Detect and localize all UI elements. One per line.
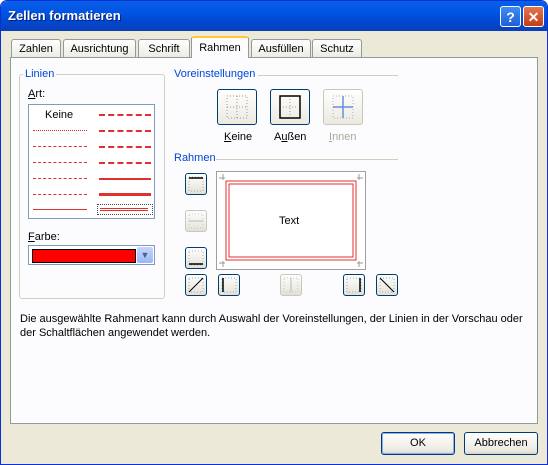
border-none-icon	[226, 95, 248, 119]
line-style-thick[interactable]	[99, 193, 151, 196]
preset-none-button[interactable]	[217, 89, 257, 125]
line-style-list[interactable]: Keine	[28, 104, 155, 219]
border-diagonal-up-button[interactable]	[185, 274, 207, 296]
tab-schutz[interactable]: Schutz	[312, 39, 362, 57]
border-inside-icon	[332, 95, 354, 119]
border-diagonal-down-button[interactable]	[376, 274, 398, 296]
cancel-button[interactable]: Abbrechen	[464, 432, 538, 455]
close-button[interactable]: ✕	[523, 6, 544, 27]
chevron-down-icon[interactable]: ▼	[137, 247, 153, 263]
border-left-button[interactable]	[218, 274, 240, 296]
ok-button[interactable]: OK	[381, 432, 455, 455]
line-style-dash-dot[interactable]	[33, 178, 87, 179]
description-text: Die ausgewählte Rahmenart kann durch Aus…	[20, 313, 523, 339]
line-style-dash-dot-dot[interactable]	[33, 162, 87, 163]
rahmen-group-label: Rahmen	[172, 152, 218, 164]
border-inside-vertical-icon	[283, 277, 299, 293]
tab-rahmen[interactable]: Rahmen	[191, 36, 249, 58]
line-style-slanted-dash-dot[interactable]	[99, 130, 151, 132]
border-right-icon	[346, 277, 362, 293]
tab-zahlen[interactable]: Zahlen	[11, 39, 61, 57]
line-style-dashed[interactable]	[33, 194, 87, 195]
preset-inside-button	[323, 89, 363, 125]
diagonal-down-icon	[379, 277, 395, 293]
line-style-medium[interactable]	[99, 178, 151, 180]
art-label: Art:	[28, 88, 46, 100]
line-style-thin[interactable]	[33, 209, 87, 210]
border-left-icon	[221, 277, 237, 293]
tab-ausfuellen[interactable]: Ausfüllen	[251, 39, 311, 57]
help-button[interactable]: ?	[500, 6, 521, 27]
preview-text: Text	[279, 215, 300, 227]
border-top-icon	[188, 176, 204, 192]
preset-outline-button[interactable]	[270, 89, 310, 125]
border-top-button[interactable]	[185, 173, 207, 195]
preset-inside-label: Innen	[329, 131, 357, 143]
line-style-fine-dashed[interactable]	[33, 146, 87, 147]
border-inside-horizontal-button	[185, 210, 207, 232]
line-style-selected-focus	[97, 204, 153, 215]
format-cells-dialog: Zellen formatieren ? ✕ Zahlen Ausrichtun…	[0, 0, 548, 465]
line-style-none[interactable]: Keine	[45, 109, 73, 121]
diagonal-up-icon	[188, 277, 204, 293]
farbe-label: Farbe:	[28, 231, 60, 243]
border-bottom-icon	[188, 250, 204, 266]
color-dropdown[interactable]: ▼	[28, 245, 155, 265]
preset-outline-label: Außen	[274, 131, 307, 143]
border-preview[interactable]: Text	[216, 171, 366, 270]
tab-ausrichtung[interactable]: Ausrichtung	[63, 39, 136, 57]
voreinstellungen-separator	[258, 75, 398, 76]
line-style-medium-dash-dot-dot[interactable]	[99, 114, 151, 116]
voreinstellungen-group-label: Voreinstellungen	[172, 68, 258, 80]
title-bar[interactable]: Zellen formatieren ? ✕	[1, 1, 547, 31]
border-inside-horizontal-icon	[188, 213, 204, 229]
line-style-dotted[interactable]	[33, 130, 87, 131]
rahmen-separator	[216, 159, 398, 160]
line-style-medium-dashed[interactable]	[99, 162, 151, 164]
border-outline-icon	[279, 95, 301, 119]
line-style-medium-dash-dot[interactable]	[99, 146, 151, 148]
border-right-button[interactable]	[343, 274, 365, 296]
border-inside-vertical-button	[280, 274, 302, 296]
preset-none-label: Keine	[224, 131, 253, 143]
selected-color-swatch	[32, 249, 136, 263]
border-bottom-button[interactable]	[185, 247, 207, 269]
dialog-title: Zellen formatieren	[8, 8, 121, 23]
tab-schrift[interactable]: Schrift	[138, 39, 190, 57]
linien-group-label: Linien	[23, 68, 57, 80]
